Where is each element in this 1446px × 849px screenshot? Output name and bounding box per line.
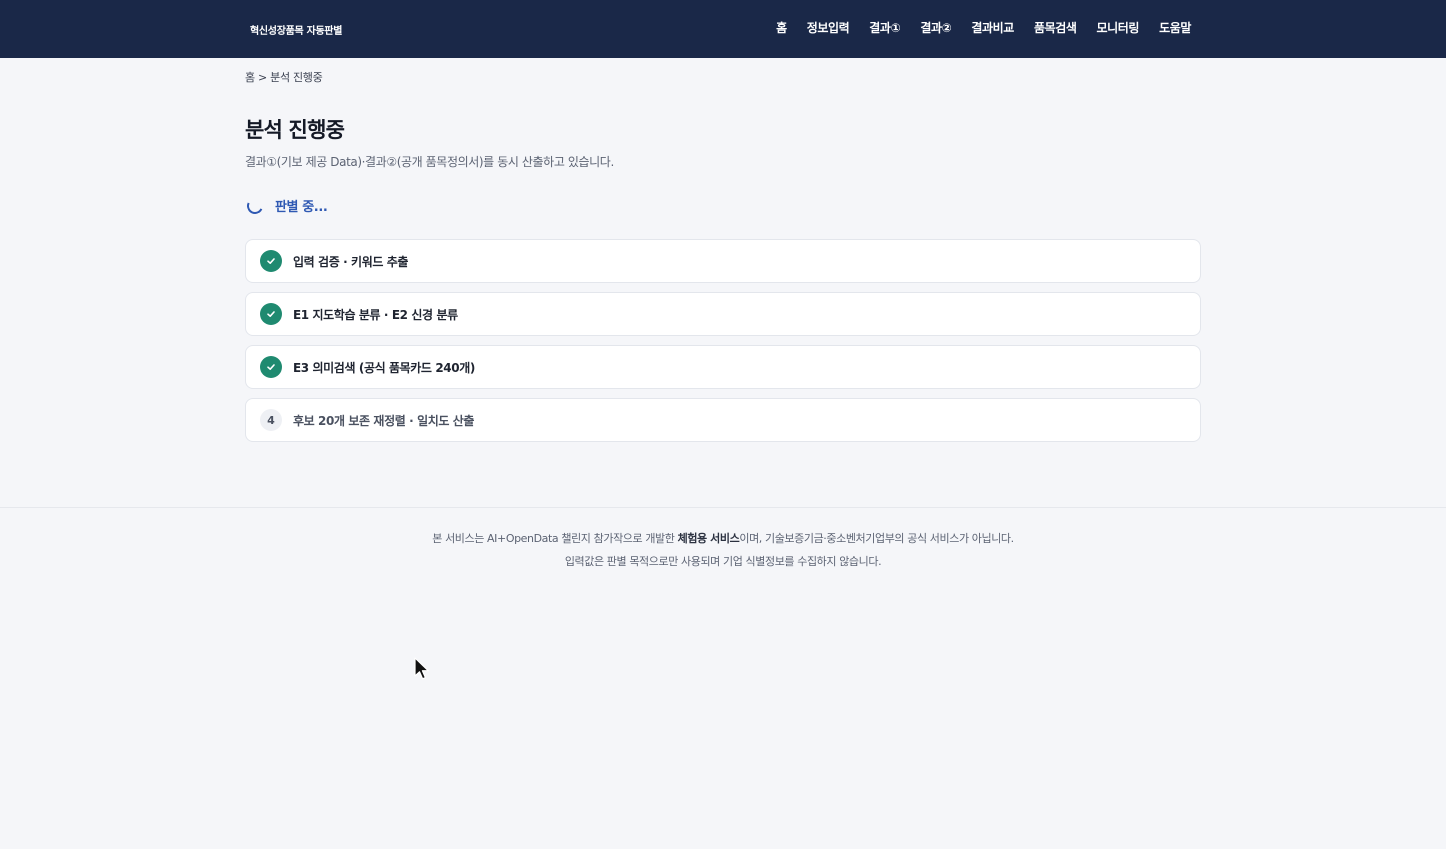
brand-logo-text[interactable]: 혁신성장품목 자동판별 [250, 22, 342, 37]
step-label: E1 지도학습 분류 · E2 신경 분류 [293, 307, 458, 322]
step-item-3: E3 의미검색 (공식 품목카드 240개) [245, 345, 1201, 389]
step-label: 입력 검증 · 키워드 추출 [293, 254, 409, 269]
step-list: 입력 검증 · 키워드 추출 E1 지도학습 분류 · E2 신경 분류 E3 … [245, 239, 1201, 451]
footer-disclaimer: 본 서비스는 AI+OpenData 챌린지 참가작으로 개발한 체험용 서비스… [0, 530, 1446, 546]
nav-result-2[interactable]: 결과② [920, 19, 951, 36]
footer-privacy: 입력값은 판별 목적으로만 사용되며 기업 식별정보를 수집하지 않습니다. [564, 555, 882, 568]
check-icon [260, 303, 282, 325]
step-item-1: 입력 검증 · 키워드 추출 [245, 239, 1201, 283]
nav-info-input[interactable]: 정보입력 [807, 19, 850, 36]
step-label: E3 의미검색 (공식 품목카드 240개) [293, 360, 475, 375]
page-title: 분석 진행중 [245, 118, 345, 142]
loading-spinner-icon [244, 195, 266, 216]
top-navbar: 혁신성장품목 자동판별 홈 정보입력 결과① 결과② 결과비교 품목검색 모니터… [0, 0, 1446, 58]
progress-status: 판별 중... [244, 195, 328, 216]
nav-item-search[interactable]: 품목검색 [1034, 19, 1077, 36]
status-text: 판별 중... [275, 200, 328, 215]
page-subtitle: 결과①(기보 제공 Data)·결과②(공개 품목정의서)를 동시 산출하고 있… [245, 155, 614, 169]
nav-result-1[interactable]: 결과① [869, 19, 900, 36]
footer-text: 이며, 기술보증기금·중소벤처기업부의 공식 서비스가 아닙니다. [739, 532, 1014, 545]
footer-divider [0, 507, 1446, 508]
check-icon [260, 356, 282, 378]
nav-monitoring[interactable]: 모니터링 [1097, 19, 1140, 36]
footer-bold-text: 체험용 서비스 [677, 532, 740, 545]
main-nav: 홈 정보입력 결과① 결과② 결과비교 품목검색 모니터링 도움말 [776, 19, 1191, 36]
step-label: 후보 20개 보존 재정렬 · 일치도 산출 [293, 413, 475, 428]
footer-text: 본 서비스는 AI+OpenData 챌린지 참가작으로 개발한 [432, 532, 678, 545]
nav-help[interactable]: 도움말 [1159, 19, 1191, 36]
nav-result-compare[interactable]: 결과비교 [971, 19, 1014, 36]
step-item-4: 4 후보 20개 보존 재정렬 · 일치도 산출 [245, 398, 1201, 442]
step-item-2: E1 지도학습 분류 · E2 신경 분류 [245, 292, 1201, 336]
mouse-cursor-icon [414, 657, 430, 685]
step-number-badge: 4 [260, 409, 282, 431]
breadcrumb: 홈 > 분석 진행중 [245, 71, 323, 84]
nav-home[interactable]: 홈 [776, 19, 787, 36]
check-icon [260, 250, 282, 272]
